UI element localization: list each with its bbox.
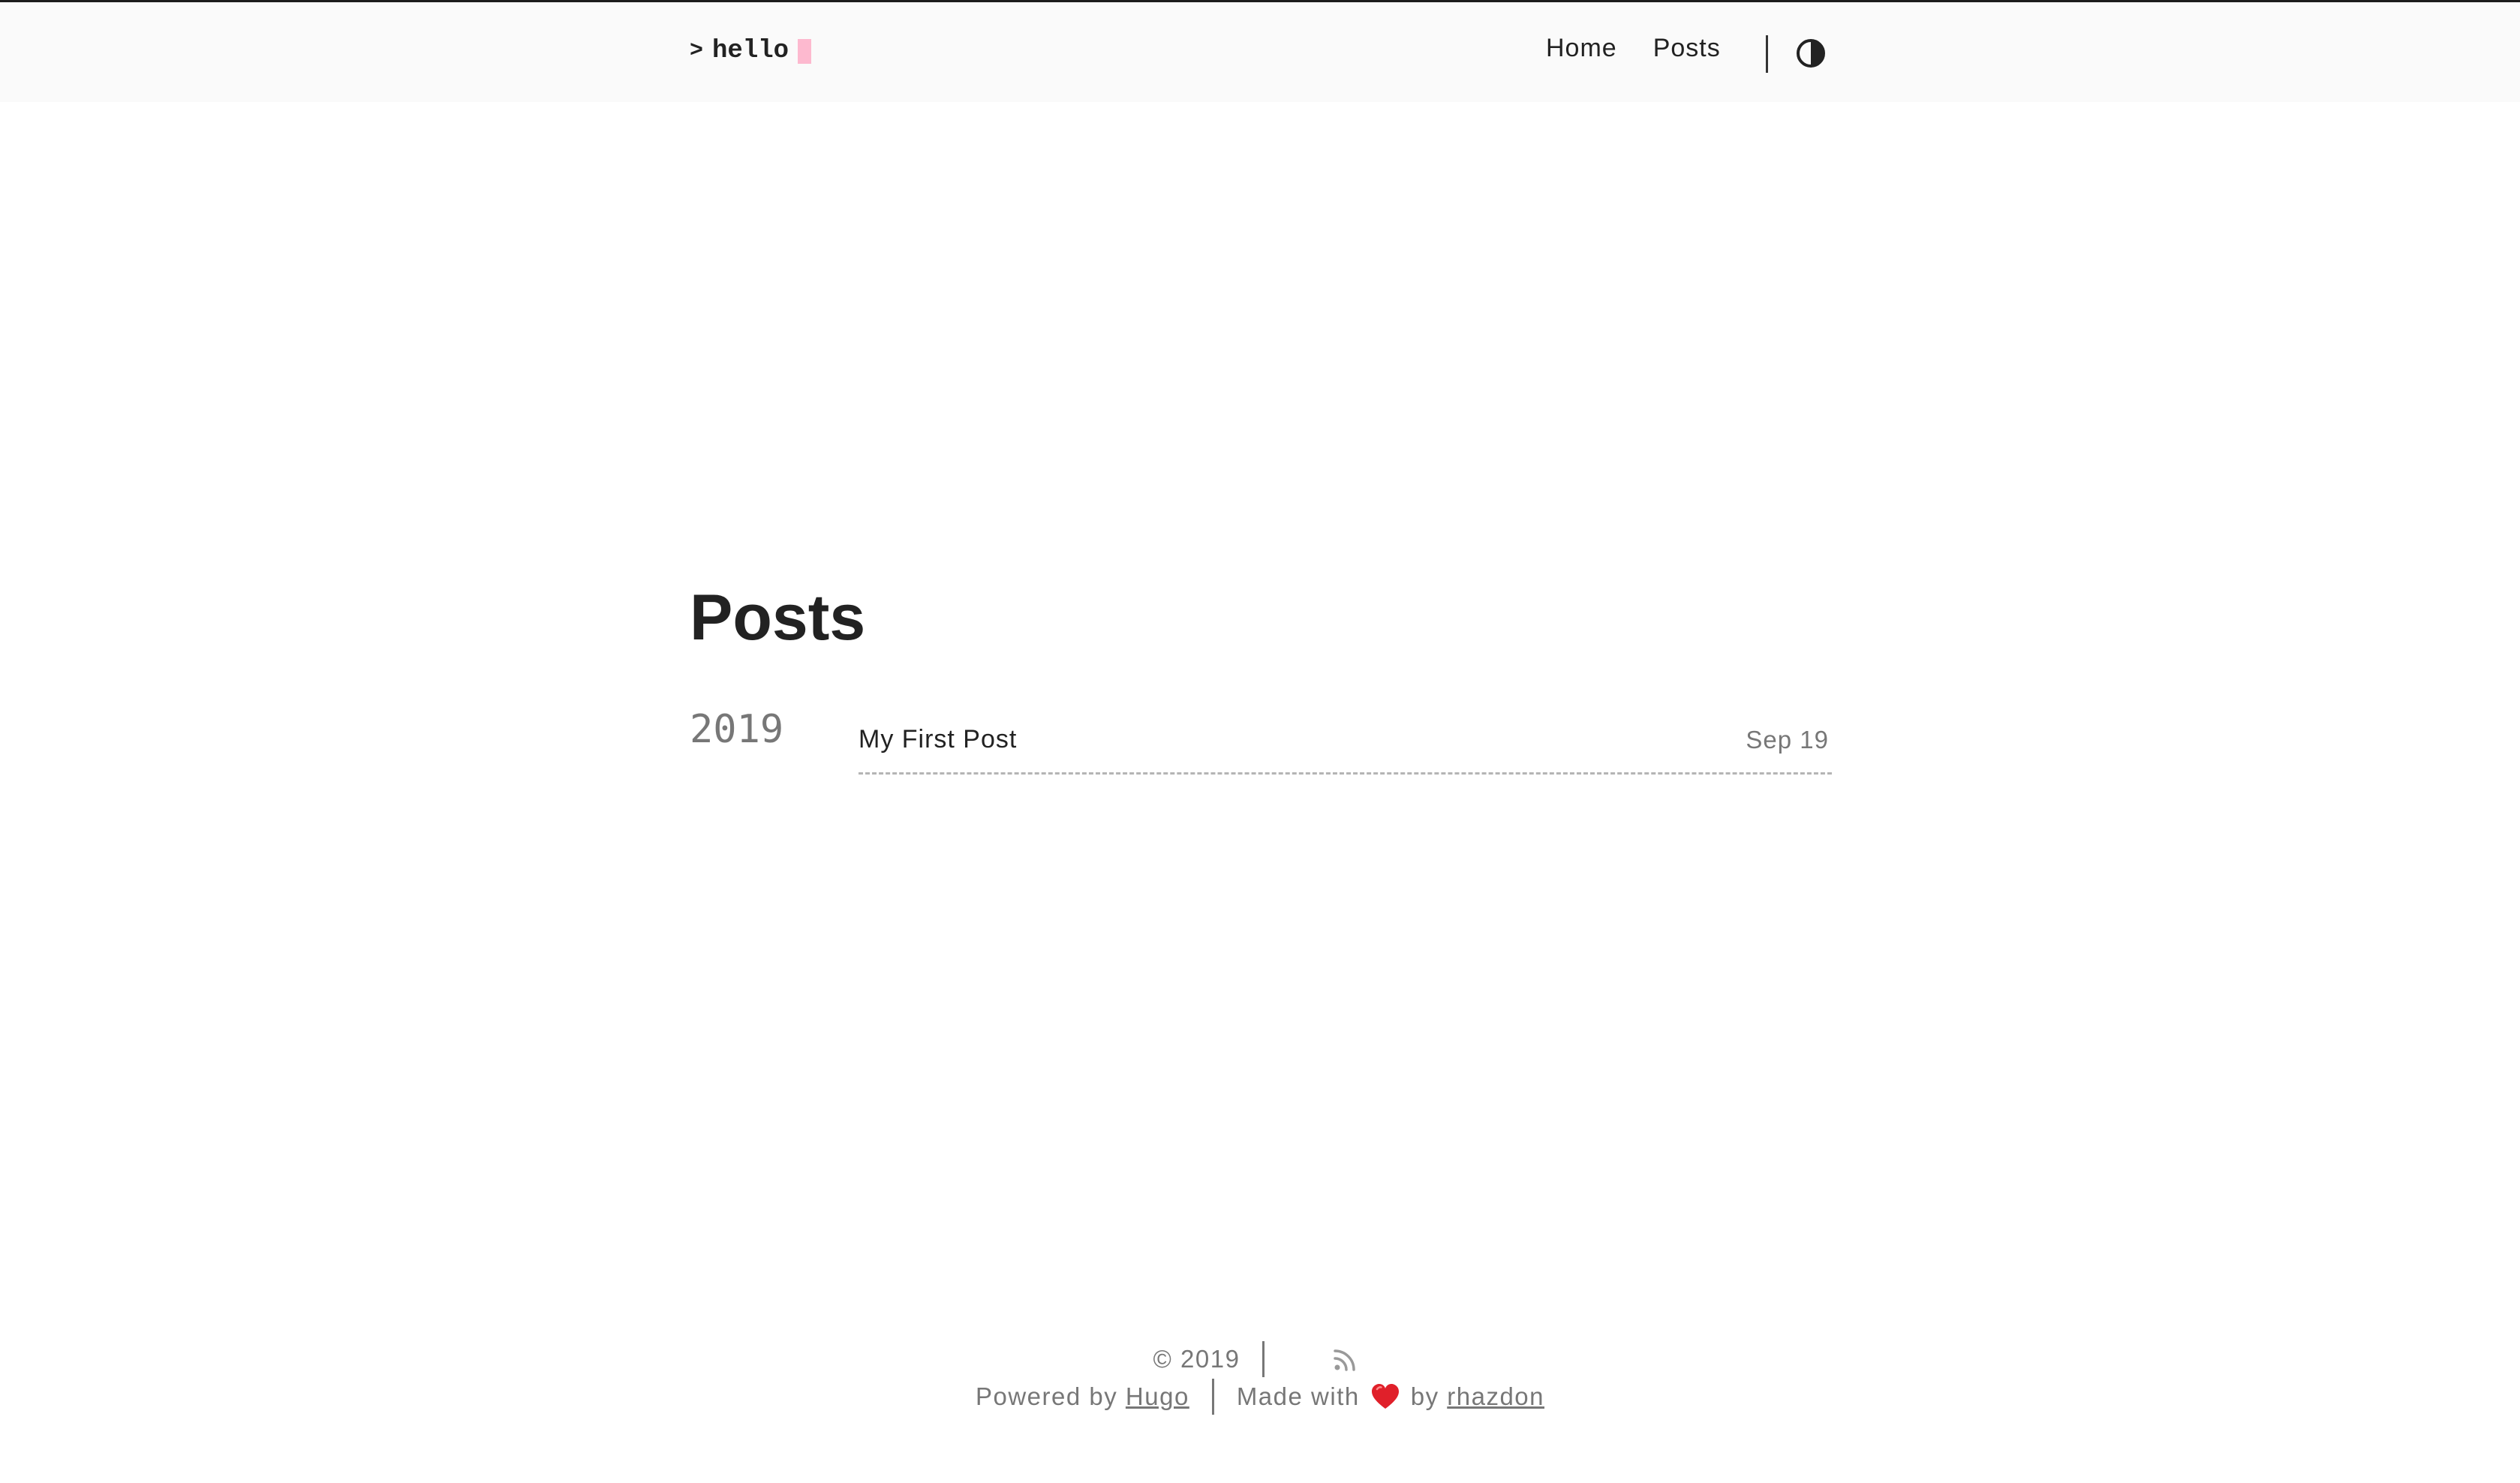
site-footer: © 2019 Powered by Hugo Made with by rhaz… bbox=[0, 1340, 2520, 1415]
hugo-link[interactable]: Hugo bbox=[1126, 1382, 1189, 1411]
nav-item-home[interactable]: Home bbox=[1546, 34, 1617, 63]
year-label: 2019 bbox=[690, 707, 784, 752]
logo-cursor bbox=[798, 38, 812, 64]
heart-icon bbox=[1370, 1383, 1400, 1410]
made-with-text: Made with bbox=[1236, 1382, 1360, 1410]
theme-toggle-icon[interactable] bbox=[1796, 38, 1826, 68]
copyright-text: © 2019 bbox=[1153, 1345, 1240, 1373]
powered-by-text: Powered by bbox=[975, 1382, 1118, 1410]
logo-prompt: > bbox=[690, 38, 704, 64]
footer-row-credits: Powered by Hugo Made with by rhazdon bbox=[0, 1378, 2520, 1415]
logo-text: hello bbox=[712, 37, 789, 65]
made-with-by-text: by bbox=[1410, 1382, 1439, 1410]
footer-row-copyright: © 2019 bbox=[0, 1340, 2520, 1378]
post-date: Sep 19 bbox=[1746, 725, 1829, 754]
nav-item-posts[interactable]: Posts bbox=[1653, 34, 1721, 63]
rss-icon[interactable] bbox=[1332, 1346, 1359, 1373]
nav-divider bbox=[1766, 35, 1768, 73]
posts-list: Posts 2019 My First Post Sep 19 bbox=[690, 585, 1832, 782]
year-group: 2019 My First Post Sep 19 bbox=[690, 707, 1832, 782]
list-item: My First Post Sep 19 bbox=[859, 707, 1832, 775]
post-title-link[interactable]: My First Post bbox=[859, 725, 1017, 754]
site-logo[interactable]: > hello bbox=[690, 37, 812, 65]
footer-divider bbox=[1262, 1341, 1265, 1377]
author-link[interactable]: rhazdon bbox=[1447, 1382, 1544, 1411]
page-title: Posts bbox=[690, 582, 866, 654]
footer-divider bbox=[1211, 1379, 1214, 1415]
main-nav: Home Posts bbox=[1546, 34, 1757, 63]
site-header: > hello Home Posts bbox=[0, 2, 2520, 102]
